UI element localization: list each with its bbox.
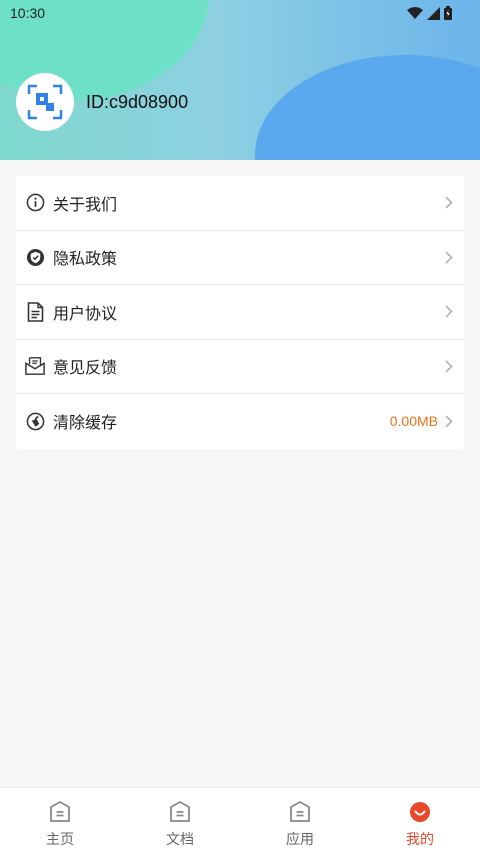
chevron-right-icon xyxy=(444,414,454,428)
chevron-right-icon xyxy=(444,359,454,373)
broom-icon xyxy=(25,411,45,431)
info-icon xyxy=(25,193,45,213)
status-bar: 10:30 xyxy=(0,0,480,28)
cache-size-value: 0.00MB xyxy=(389,413,438,430)
chevron-right-icon xyxy=(444,305,454,319)
menu-item-label: 用户协议 xyxy=(53,303,118,323)
settings-menu: 关于我们 隐私政策 用户协议 意见反馈 清除缓存 0.00MB xyxy=(16,176,464,449)
home-icon xyxy=(50,801,70,822)
decorative-blob xyxy=(255,55,480,160)
menu-item-label: 关于我们 xyxy=(53,194,118,214)
menu-item-user-agreement[interactable]: 用户协议 xyxy=(16,285,464,340)
tab-documents[interactable]: 文档 xyxy=(120,788,240,853)
menu-item-label: 清除缓存 xyxy=(53,413,118,433)
menu-item-feedback[interactable]: 意见反馈 xyxy=(16,340,464,394)
chevron-right-icon xyxy=(444,196,454,210)
wifi-icon xyxy=(407,7,423,19)
user-id: ID:c9d08900 xyxy=(86,92,189,112)
battery-icon xyxy=(444,6,452,20)
signal-icon xyxy=(427,6,440,20)
tab-label: 文档 xyxy=(166,832,194,848)
tab-apps[interactable]: 应用 xyxy=(240,788,360,853)
tab-home[interactable]: 主页 xyxy=(0,788,120,853)
status-time: 10:30 xyxy=(10,5,46,21)
shield-icon xyxy=(25,247,45,267)
profile-icon xyxy=(410,802,430,822)
tab-label: 我的 xyxy=(406,832,434,848)
menu-item-clear-cache[interactable]: 清除缓存 0.00MB xyxy=(16,394,464,449)
status-icons xyxy=(407,6,452,20)
menu-item-label: 隐私政策 xyxy=(53,249,118,269)
tab-label: 应用 xyxy=(286,832,314,848)
chevron-right-icon xyxy=(444,250,454,264)
menu-item-about[interactable]: 关于我们 xyxy=(16,176,464,231)
menu-item-privacy[interactable]: 隐私政策 xyxy=(16,231,464,285)
mail-icon xyxy=(25,356,45,376)
home-icon xyxy=(290,801,310,822)
menu-item-label: 意见反馈 xyxy=(53,358,118,378)
tab-mine[interactable]: 我的 xyxy=(360,788,480,853)
tab-label: 主页 xyxy=(46,832,74,848)
avatar[interactable] xyxy=(16,73,74,131)
bottom-tab-bar: 主页 文档 应用 我的 xyxy=(0,787,480,853)
scan-logo-icon xyxy=(27,84,63,120)
document-icon xyxy=(25,301,45,322)
home-icon xyxy=(170,801,190,822)
